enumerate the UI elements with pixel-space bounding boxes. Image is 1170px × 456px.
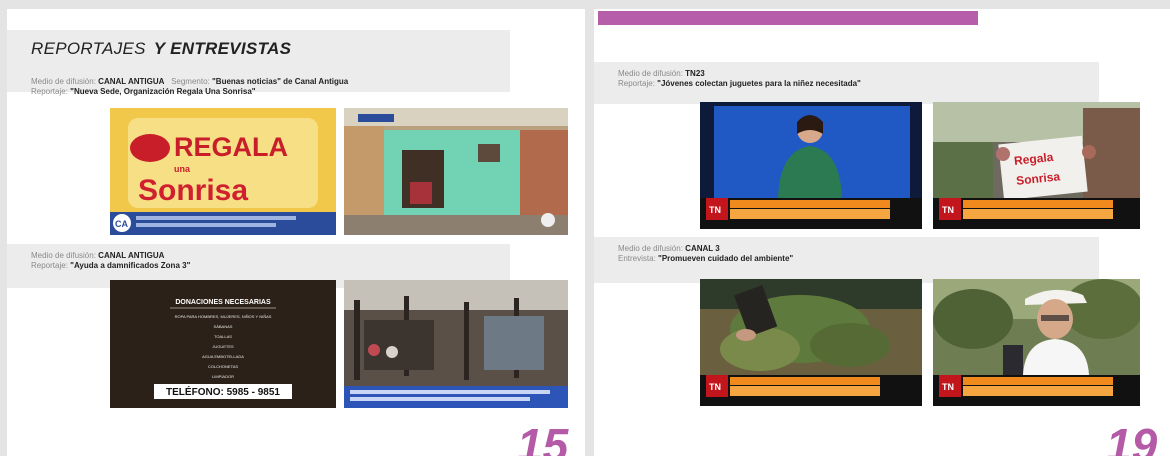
medio-value: CANAL ANTIGUA [98,77,165,86]
screenshot-siembra: TN [700,279,922,406]
right-page: Medio de difusión: TN23 Reportaje: "Jóve… [594,9,1170,456]
donaciones-heading: DONACIONES NECESARIAS [175,299,271,306]
medio-label: Medio de difusión: [31,251,96,260]
reportaje-value: "Nueva Sede, Organización Regala Una Son… [70,87,256,96]
item1-meta: Medio de difusión: CANAL ANTIGUA Segment… [31,77,348,97]
section-title: REPORTAJES Y ENTREVISTAS [31,39,291,59]
screenshot-donaciones: DONACIONES NECESARIAS ROPA PARA HOMBRES,… [110,280,336,408]
reportaje-label: Reportaje: [31,261,68,270]
tn-logo: TN [942,382,954,392]
screenshot-presentadora: TN [700,102,922,229]
ca-logo: CA [115,219,128,229]
reportaje-label: Reportaje: [31,87,68,96]
entrevista-value: "Promueven cuidado del ambiente" [658,254,794,263]
donacion-line2: SÁBANAS [214,324,233,329]
item2-meta: Medio de difusión: CANAL ANTIGUA Reporta… [31,251,190,271]
medio-value: TN23 [685,69,705,78]
section-title-part2: Y ENTREVISTAS [153,39,292,58]
donacion-line4: JUGUETES [212,344,234,349]
tn-logo: TN [709,382,721,392]
segmento-label: Segmento: [171,77,210,86]
donacion-line6: COLCHONETAS [208,364,238,369]
sonrisa-text: Sonrisa [138,174,248,207]
screenshot-damnificados [344,280,568,408]
accent-bar [598,11,978,25]
donacion-line1: ROPA PARA HOMBRES, MUJERES, NIÑOS Y NIÑA… [175,314,272,319]
medio-value: CANAL 3 [685,244,720,253]
medio-label: Medio de difusión: [618,69,683,78]
medio-label: Medio de difusión: [618,244,683,253]
tn-logo: TN [942,205,954,215]
screenshot-regala-sonrisa: REGALA una Sonrisa CA [110,108,336,235]
medio-label: Medio de difusión: [31,77,96,86]
entrevista-label: Entrevista: [618,254,656,263]
reportaje-value: "Ayuda a damnificados Zona 3" [70,261,191,270]
left-page: REPORTAJES Y ENTREVISTAS Medio de difusió… [7,9,585,456]
item2-meta: Medio de difusión: CANAL 3 Entrevista: "… [618,244,793,264]
donacion-line5: AGUA EMBOTELLADA [202,354,244,359]
section-title-part1: REPORTAJES [31,39,146,58]
segmento-value: "Buenas noticias" de Canal Antigua [212,77,349,86]
page-number-right: 19 [1106,419,1158,456]
item1-meta: Medio de difusión: TN23 Reportaje: "Jóve… [618,69,861,89]
screenshot-marcha: Regala Sonrisa TN [933,102,1140,229]
reportaje-label: Reportaje: [618,79,655,88]
page-number-left: 15 [517,419,569,456]
tn-logo: TN [709,205,721,215]
una-text: una [174,164,191,174]
medio-value: CANAL ANTIGUA [98,251,165,260]
donacion-phone: TELÉFONO: 5985 - 9851 [166,385,280,398]
screenshot-entrevistado: TN [933,279,1140,406]
donacion-line7: LIMPIADOR [212,374,234,379]
regala-text: REGALA [174,132,288,162]
donacion-line3: TOALLAS [214,334,232,339]
reportaje-value: "Jóvenes colectan juguetes para la niñez… [657,79,861,88]
screenshot-sede-fachada [344,108,568,235]
